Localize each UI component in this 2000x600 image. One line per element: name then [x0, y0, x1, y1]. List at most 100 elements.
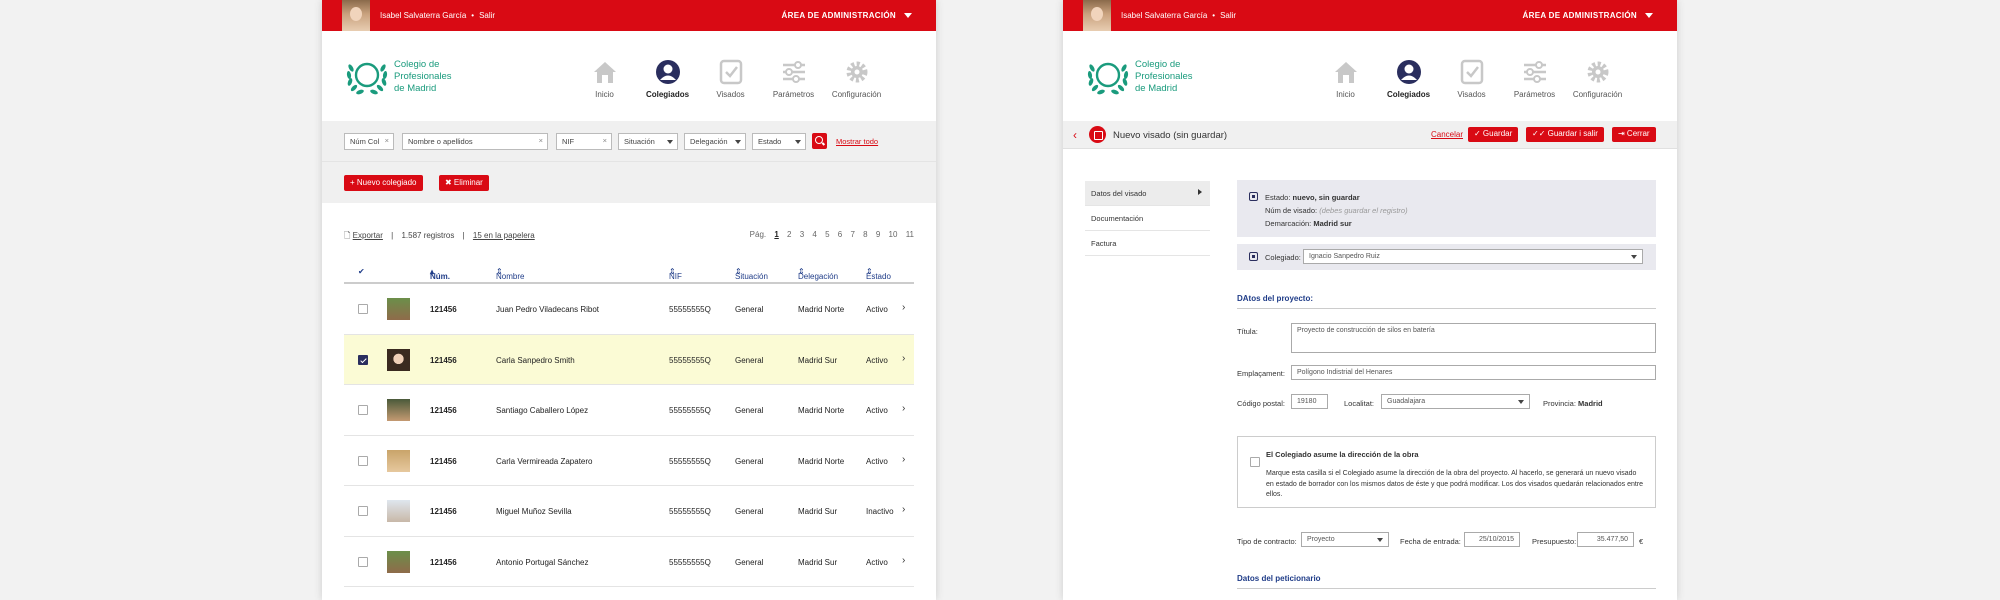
- page-link[interactable]: 4: [812, 230, 816, 239]
- chevron-right-icon[interactable]: ›: [902, 555, 905, 566]
- nuevo-visado-panel: Isabel Salvaterra García • Salir ÁREA DE…: [1063, 0, 1677, 600]
- nav-parametros[interactable]: Parámetros: [1503, 59, 1566, 99]
- row-checkbox[interactable]: [358, 304, 368, 314]
- new-colegiado-button[interactable]: + Nuevo colegiado: [344, 175, 423, 191]
- col-nif-header[interactable]: NIF ⇕: [669, 267, 682, 281]
- estado-select[interactable]: Estado: [752, 133, 806, 150]
- search-button[interactable]: [812, 133, 827, 149]
- nav-inicio[interactable]: Inicio: [1314, 59, 1377, 99]
- situacion-select[interactable]: Situación: [618, 133, 678, 150]
- nav-parametros[interactable]: Parámetros: [762, 59, 825, 99]
- obra-checkbox[interactable]: [1250, 457, 1260, 467]
- page-link[interactable]: 3: [800, 230, 804, 239]
- emplacament-input[interactable]: Polígono Indistrial del Henares: [1291, 365, 1656, 380]
- row-checkbox[interactable]: [358, 455, 368, 466]
- user-avatar[interactable]: [1083, 0, 1111, 31]
- col-delegation-header[interactable]: Delegación ⇕: [798, 267, 838, 281]
- close-button[interactable]: ⇥ Cerrar: [1612, 127, 1656, 142]
- table-row[interactable]: 121456 Miguel Muñoz Sevilla 55555555Q Ge…: [344, 486, 914, 537]
- export-icon: 🗋: [344, 231, 351, 240]
- row-checkbox[interactable]: [358, 556, 368, 567]
- page-link[interactable]: 10: [889, 230, 898, 239]
- back-chevron-icon[interactable]: ‹: [1073, 128, 1077, 142]
- col-num-header[interactable]: Núm. ▴: [430, 267, 450, 281]
- nav-colegiados[interactable]: Colegiados: [636, 59, 699, 99]
- admin-area-label: ÁREA DE ADMINISTRACIÓN: [781, 11, 896, 20]
- nav-configuracion[interactable]: Configuración: [1566, 59, 1629, 99]
- row-checkbox[interactable]: [358, 405, 368, 415]
- colegiado-select[interactable]: Ignacio Sanpedro Ruiz: [1303, 249, 1643, 264]
- save-exit-button[interactable]: ✓✓ Guardar i salir: [1526, 127, 1604, 142]
- col-name-header[interactable]: Nombre ⇕: [496, 267, 524, 281]
- status-box: Estado: nuevo, sin guardar Núm de visado…: [1237, 180, 1656, 237]
- table-row[interactable]: 121456 Carla Sanpedro Smith 55555555Q Ge…: [344, 334, 914, 385]
- logout-link[interactable]: Salir: [479, 11, 495, 20]
- clear-icon[interactable]: ×: [603, 136, 607, 145]
- nombre-filter[interactable]: Nombre o apellidos ×: [402, 133, 548, 150]
- nif-filter[interactable]: NIF ×: [556, 133, 612, 150]
- chevron-right-icon[interactable]: ›: [902, 504, 905, 515]
- menu-factura[interactable]: Factura: [1085, 231, 1210, 256]
- col-status-header[interactable]: Estado ⇕: [866, 267, 891, 281]
- nav-visados[interactable]: Visados: [1440, 59, 1503, 99]
- estado-select-label: Estado: [758, 137, 782, 146]
- page-link[interactable]: 8: [863, 230, 867, 239]
- nav-colegiados[interactable]: Colegiados: [1377, 59, 1440, 99]
- page-link[interactable]: 1: [774, 230, 778, 239]
- separator: |: [391, 231, 394, 240]
- menu-documentacion[interactable]: Documentación: [1085, 206, 1210, 231]
- table-row[interactable]: 121456 Santiago Caballero López 55555555…: [344, 385, 914, 436]
- select-all-header[interactable]: ✔: [358, 267, 365, 276]
- chevron-right-icon[interactable]: ›: [902, 454, 905, 465]
- page-link[interactable]: 11: [906, 230, 914, 239]
- page-link[interactable]: 2: [787, 230, 791, 239]
- save-button[interactable]: ✓ Guardar: [1468, 127, 1519, 142]
- chevron-right-icon[interactable]: ›: [902, 302, 905, 313]
- delegacion-select[interactable]: Delegación: [684, 133, 746, 150]
- page-link[interactable]: 7: [850, 230, 854, 239]
- page-link[interactable]: 5: [825, 230, 829, 239]
- chevron-right-icon[interactable]: ›: [902, 403, 905, 414]
- export-link[interactable]: Exportar: [353, 231, 383, 240]
- table-row[interactable]: 121456 Antonio Portugal Sánchez 55555555…: [344, 537, 914, 587]
- colegiados-table: ✔ Núm. ▴ Nombre ⇕ NIF ⇕ Situación ⇕ Dele…: [344, 262, 914, 587]
- nombre-filter-label: Nombre o apellidos: [408, 137, 473, 146]
- admin-area-menu[interactable]: ÁREA DE ADMINISTRACIÓN: [1523, 11, 1653, 20]
- titulo-input[interactable]: Proyecto de construcción de silos en bat…: [1291, 323, 1656, 353]
- show-all-link[interactable]: Mostrar todo: [836, 137, 878, 146]
- fecha-input[interactable]: 25/10/2015: [1464, 532, 1520, 547]
- logout-link[interactable]: Salir: [1220, 11, 1236, 20]
- nav-configuracion[interactable]: Configuración: [825, 59, 888, 99]
- action-bar: + Nuevo colegiado ✖ Eliminar: [322, 161, 936, 203]
- trash-link[interactable]: 15 en la papelera: [473, 231, 535, 240]
- check-document-icon: [1460, 59, 1483, 85]
- num-col-filter[interactable]: Núm Col ×: [344, 133, 394, 150]
- nav-visados[interactable]: Visados: [699, 59, 762, 99]
- table-row[interactable]: 121456 Carla Vermireada Zapatero 5555555…: [344, 436, 914, 486]
- row-checkbox[interactable]: [358, 506, 368, 516]
- chevron-right-icon[interactable]: ›: [902, 353, 905, 364]
- cancel-link[interactable]: Cancelar: [1431, 130, 1463, 139]
- localitat-select[interactable]: Guadalajara: [1381, 394, 1530, 409]
- user-avatar[interactable]: [342, 0, 370, 31]
- cp-input[interactable]: 19180: [1291, 394, 1328, 409]
- menu-datos-visado[interactable]: Datos del visado: [1085, 181, 1210, 206]
- row-status: Activo: [866, 456, 888, 466]
- page-link[interactable]: 9: [876, 230, 880, 239]
- gear-icon: [846, 61, 867, 83]
- row-checkbox[interactable]: [358, 354, 368, 365]
- presupuesto-input[interactable]: 35.477,50: [1577, 532, 1634, 547]
- table-row[interactable]: 121456 Juan Pedro Viladecans Ribot 55555…: [344, 284, 914, 335]
- contrato-select[interactable]: Proyecto: [1301, 532, 1389, 547]
- contrato-value: Proyecto: [1307, 536, 1335, 543]
- admin-area-menu[interactable]: ÁREA DE ADMINISTRACIÓN: [782, 11, 912, 20]
- nav-label: Colegiados: [1386, 90, 1431, 99]
- logo[interactable]: Colegio de Profesionales de Madrid: [344, 58, 452, 96]
- clear-icon[interactable]: ×: [539, 136, 543, 145]
- logo[interactable]: Colegio de Profesionales de Madrid: [1085, 58, 1193, 96]
- delete-button[interactable]: ✖ Eliminar: [439, 175, 489, 191]
- col-situation-header[interactable]: Situación ⇕: [735, 267, 768, 281]
- nav-inicio[interactable]: Inicio: [573, 59, 636, 99]
- clear-icon[interactable]: ×: [385, 136, 389, 145]
- page-link[interactable]: 6: [838, 230, 842, 239]
